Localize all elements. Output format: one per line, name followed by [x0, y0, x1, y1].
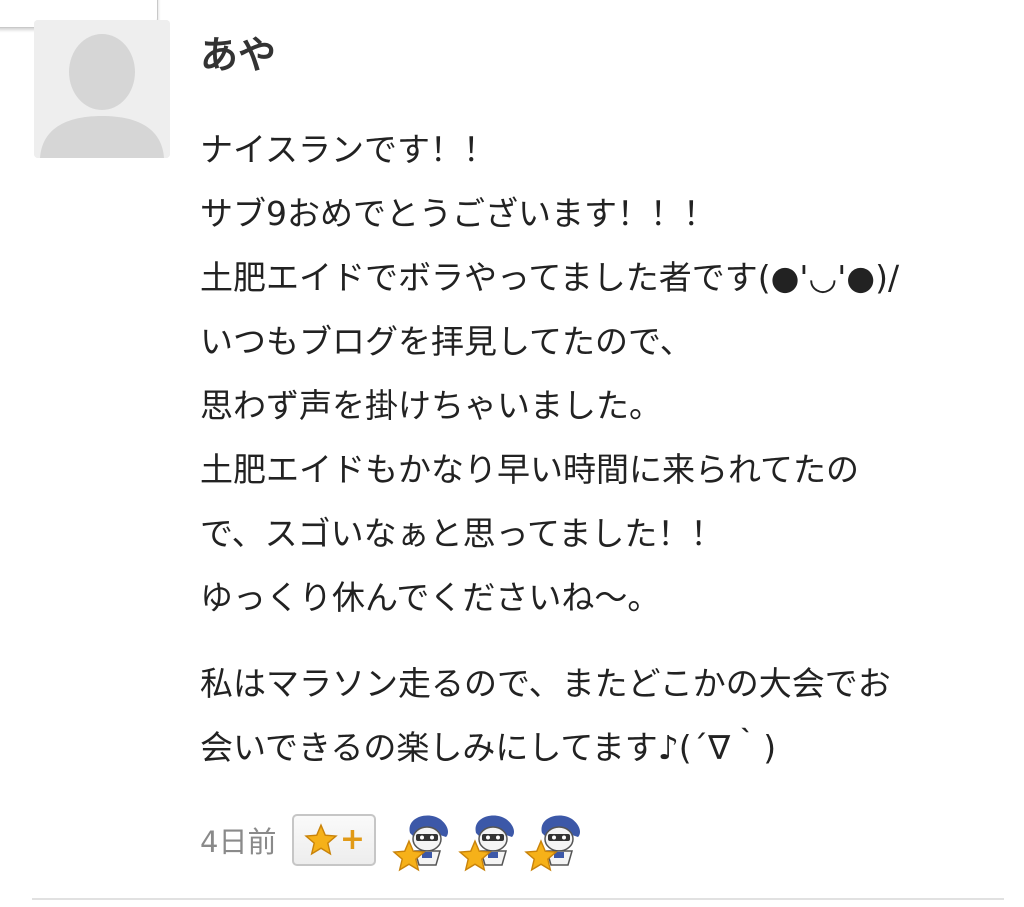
comment-line: いつもブログを拝見してたので、 [200, 322, 693, 361]
comment-line: 土肥エイドもかなり早い時間に来られてたの [200, 450, 860, 489]
star-user-1[interactable] [392, 809, 456, 872]
comment-divider [32, 898, 1004, 900]
comment-meta: 4日前 + [200, 809, 590, 872]
comment-author[interactable]: あや [200, 30, 276, 80]
comment-line: ナイスランです！！ [200, 130, 497, 169]
add-star-button[interactable]: + [292, 814, 377, 866]
star-icon [524, 839, 559, 872]
comment-page: あや ナイスランです！！ サブ9おめでとうございます！！！ 土肥エイドでボラやっ… [0, 0, 1024, 907]
comment-line: 私はマラソン走るので、またどこかの大会でお [200, 664, 891, 703]
comment-line: ゆっくり休んでくださいね〜。 [200, 578, 661, 617]
default-user-silhouette-icon [34, 20, 170, 158]
comment-timestamp[interactable]: 4日前 [200, 819, 276, 861]
comment-line: 土肥エイドでボラやってました者です(●'◡'●)/ [200, 258, 900, 297]
star-icon [392, 839, 427, 872]
plus-label: + [339, 822, 366, 857]
star-user-2[interactable] [458, 809, 522, 872]
avatar[interactable] [34, 20, 170, 158]
comment-line: サブ9おめでとうございます！！！ [200, 194, 716, 233]
star-icon [458, 839, 493, 872]
star-icon [304, 823, 338, 856]
comment-line: 会いできるの楽しみにしてます♪(´∇｀) [200, 728, 777, 767]
comment-line: 思わず声を掛けちゃいました。 [200, 386, 662, 425]
star-user-3[interactable] [524, 809, 588, 872]
comment-body: ナイスランです！！ サブ9おめでとうございます！！！ 土肥エイドでボラやってまし… [200, 118, 1012, 780]
comment-line: で、スゴいなぁと思ってました！！ [200, 514, 724, 553]
